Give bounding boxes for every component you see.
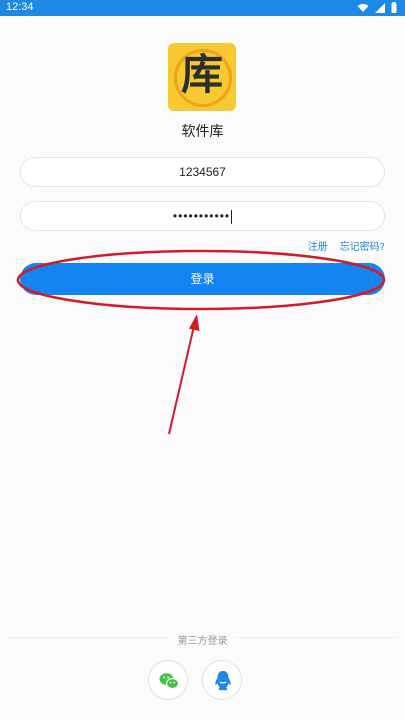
- forgot-password-link[interactable]: 忘记密码?: [340, 238, 385, 253]
- app-name: 软件库: [181, 124, 224, 140]
- wechat-icon: [159, 673, 180, 690]
- wechat-login-button[interactable]: [148, 660, 188, 700]
- status-time: 12:34: [6, 1, 34, 13]
- password-input[interactable]: •••••••••••: [20, 201, 385, 231]
- status-icons: [357, 2, 397, 13]
- password-value: •••••••••••: [172, 209, 231, 223]
- third-party-title: 第三方登录: [0, 632, 405, 647]
- username-input[interactable]: 1234567: [20, 157, 385, 187]
- app-logo: 库: [168, 43, 236, 111]
- text-caret: [231, 209, 233, 224]
- logo-char: 库: [180, 50, 223, 99]
- status-bar: 12:34: [0, 0, 405, 16]
- wifi-icon: [357, 3, 369, 12]
- qq-login-button[interactable]: [202, 660, 242, 700]
- login-button[interactable]: 登录: [20, 263, 385, 295]
- signal-icon: [375, 2, 385, 13]
- register-link[interactable]: 注册: [308, 238, 328, 253]
- login-screen: 库 软件库 1234567 ••••••••••• 注册 忘记密码? 登录 第三…: [0, 16, 405, 720]
- qq-icon: [215, 671, 231, 691]
- battery-icon: [391, 2, 397, 13]
- third-party-label: 第三方登录: [169, 636, 236, 647]
- account-links: 注册 忘记密码?: [308, 238, 385, 253]
